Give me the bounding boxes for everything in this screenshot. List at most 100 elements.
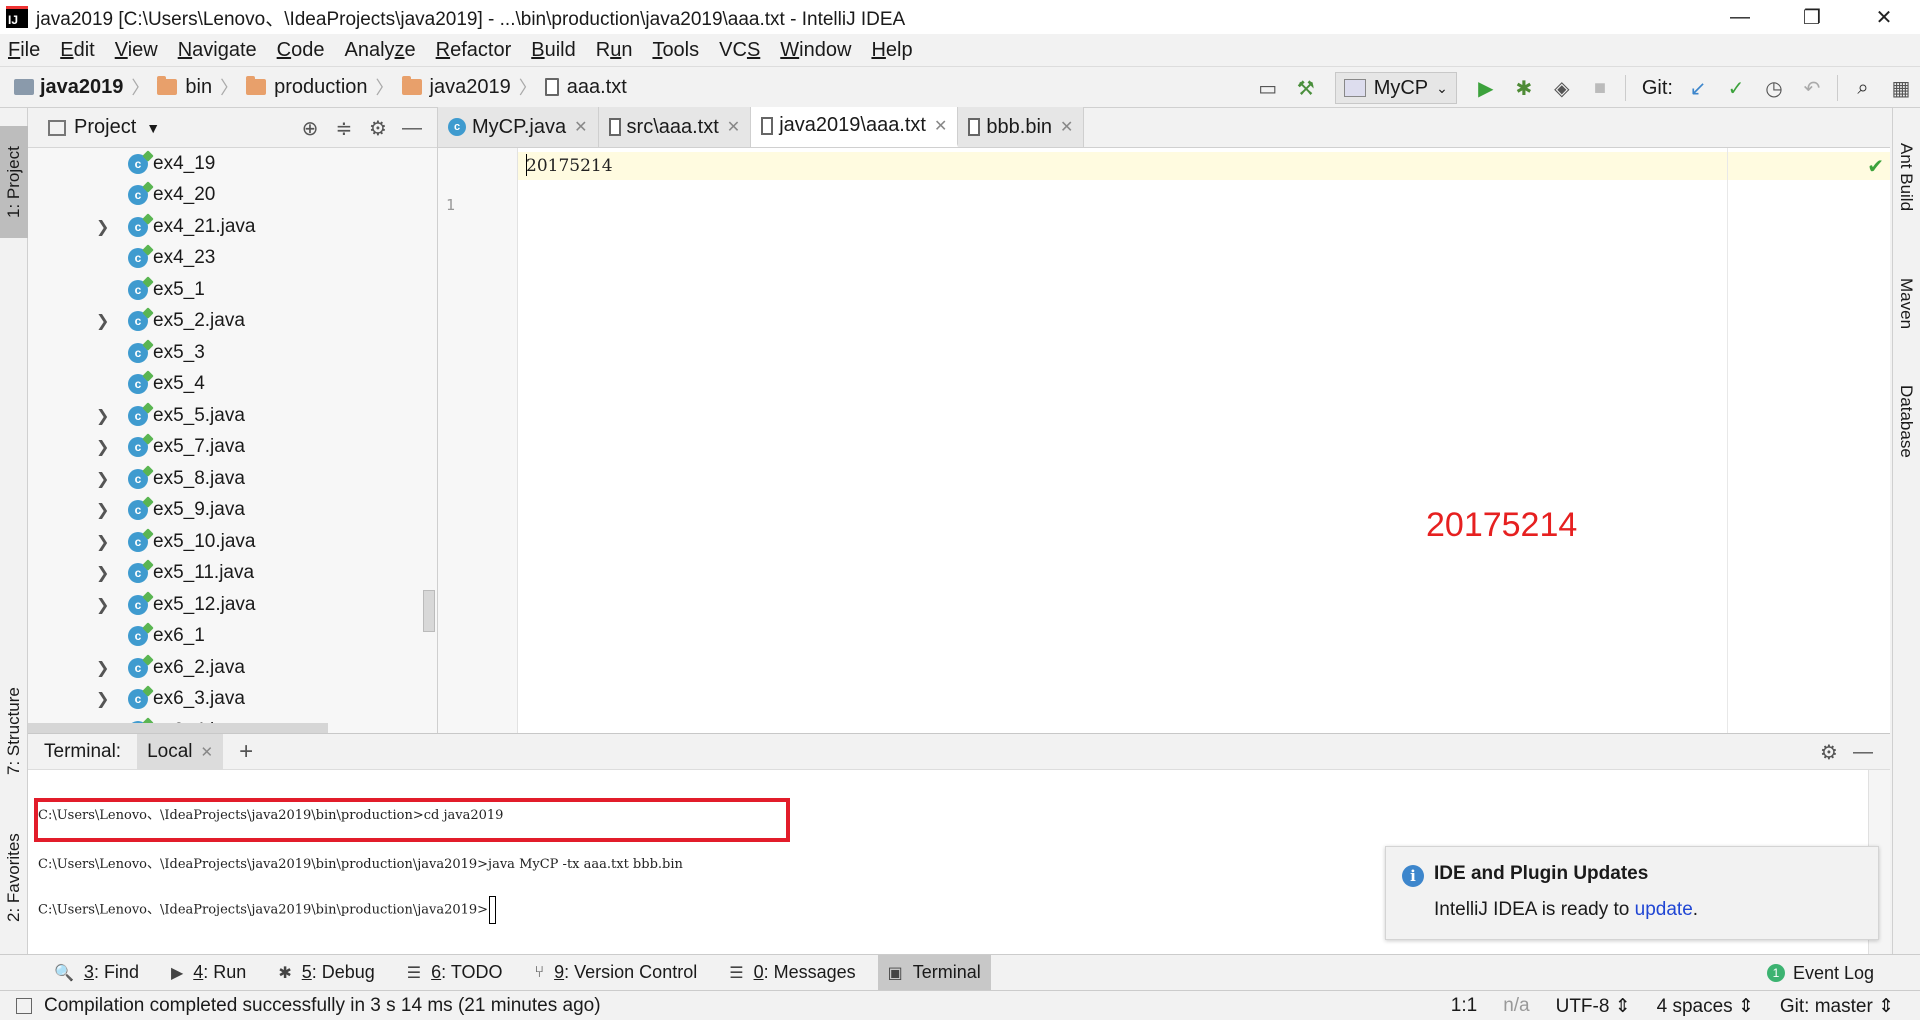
tab-maven[interactable]: Maven xyxy=(1892,254,1920,354)
caret-position[interactable]: 1:1 xyxy=(1451,995,1477,1017)
tool-window-button[interactable]: 🔍 3: Find xyxy=(44,955,149,991)
terminal-tab-local[interactable]: Local ✕ xyxy=(137,733,224,770)
close-window-button[interactable]: ✕ xyxy=(1848,0,1920,34)
new-terminal-plus-icon[interactable]: + xyxy=(239,738,253,766)
git-update-icon[interactable]: ↙ xyxy=(1681,71,1715,105)
tree-item[interactable]: c ex5_3 xyxy=(28,337,423,369)
editor-tab[interactable]: c MyCP.java ✕ xyxy=(438,107,599,147)
git-branch-widget[interactable]: Git: master ⇕ xyxy=(1780,995,1894,1018)
tree-item[interactable]: ❯ c ex6_3.java xyxy=(28,684,423,716)
menu-item[interactable]: Refactor xyxy=(436,39,522,62)
tree-item[interactable]: ❯ c ex5_2.java xyxy=(28,306,423,338)
menu-item[interactable]: Help xyxy=(871,39,922,62)
tool-window-toggle-icon[interactable] xyxy=(16,997,32,1014)
git-rollback-icon[interactable]: ↶ xyxy=(1795,71,1829,105)
tool-window-button[interactable]: ☰ 6: TODO xyxy=(397,955,513,991)
tree-item[interactable]: ❯ c ex5_12.java xyxy=(28,589,423,621)
expand-arrow-icon[interactable]: ❯ xyxy=(96,595,109,615)
tree-item[interactable]: ❯ c ex6_2.java xyxy=(28,652,423,684)
close-tab-icon[interactable]: ✕ xyxy=(1060,117,1073,137)
settings-gear-icon[interactable]: ⚙ xyxy=(361,116,395,141)
editor-tab[interactable]: java2019\aaa.txt ✕ xyxy=(751,107,959,147)
restore-button[interactable]: ❐ xyxy=(1776,0,1848,34)
expand-arrow-icon[interactable]: ❯ xyxy=(96,311,109,331)
editor-tab[interactable]: bbb.bin ✕ xyxy=(958,107,1085,147)
locate-file-icon[interactable]: ⊕ xyxy=(293,116,327,141)
menu-item[interactable]: File xyxy=(8,39,50,62)
expand-arrow-icon[interactable]: ❯ xyxy=(96,532,109,552)
run-anything-icon[interactable]: ▭ xyxy=(1251,71,1285,105)
chevron-down-icon[interactable]: ▼ xyxy=(146,120,160,136)
build-hammer-icon[interactable]: ⚒ xyxy=(1289,71,1323,105)
tool-window-button[interactable]: ⑂ 9: Version Control xyxy=(525,955,708,991)
tree-item[interactable]: c ex6_1 xyxy=(28,621,423,653)
breadcrumb-project[interactable]: java2019 〉 xyxy=(14,74,157,100)
coverage-icon[interactable]: ◈ xyxy=(1545,71,1579,105)
breadcrumb-item-java2019[interactable]: java2019 〉 xyxy=(401,74,545,100)
expand-arrow-icon[interactable]: ❯ xyxy=(96,500,109,520)
tree-item[interactable]: ❯ c ex5_10.java xyxy=(28,526,423,558)
tool-window-button[interactable]: ▶ 4: Run xyxy=(161,955,256,991)
tree-item[interactable]: ❯ c ex5_9.java xyxy=(28,495,423,527)
debug-icon[interactable]: ✱ xyxy=(1507,71,1541,105)
settings-gear-icon[interactable]: ⚙ xyxy=(1812,740,1846,765)
search-everywhere-icon[interactable]: ⌕ xyxy=(1846,71,1880,105)
tool-window-button[interactable]: ✱ 5: Debug xyxy=(268,955,384,991)
tree-item[interactable]: c ex4_23 xyxy=(28,243,423,275)
close-tab-icon[interactable]: ✕ xyxy=(934,116,947,136)
collapse-all-icon[interactable]: ≑ xyxy=(327,116,361,141)
project-scrollbar[interactable] xyxy=(423,590,435,632)
menu-item[interactable]: Edit xyxy=(60,39,104,62)
tree-item[interactable]: ❯ c ex5_8.java xyxy=(28,463,423,495)
tree-item[interactable]: c ex5_4 xyxy=(28,369,423,401)
tree-item[interactable]: ❯ c ex5_7.java xyxy=(28,432,423,464)
minimize-button[interactable]: — xyxy=(1704,0,1776,34)
close-icon[interactable]: ✕ xyxy=(201,743,214,761)
hide-panel-icon[interactable]: — xyxy=(1846,741,1880,764)
status-message[interactable]: Compilation completed successfully in 3 … xyxy=(44,995,601,1017)
expand-arrow-icon[interactable]: ❯ xyxy=(96,217,109,237)
menu-item[interactable]: VCS xyxy=(719,39,770,62)
menu-item[interactable]: View xyxy=(115,39,168,62)
tree-item[interactable]: c ex4_20 xyxy=(28,180,423,212)
expand-arrow-icon[interactable]: ❯ xyxy=(96,563,109,583)
close-tab-icon[interactable]: ✕ xyxy=(574,117,587,137)
tree-item[interactable]: ❯ c ex5_11.java xyxy=(28,558,423,590)
tool-window-button[interactable]: ▣ Terminal xyxy=(877,954,991,991)
tree-item[interactable]: ❯ c ex4_21.java xyxy=(28,211,423,243)
close-tab-icon[interactable]: ✕ xyxy=(727,117,740,137)
git-history-icon[interactable]: ◷ xyxy=(1757,71,1791,105)
encoding-widget[interactable]: UTF-8 ⇕ xyxy=(1556,995,1631,1018)
update-link[interactable]: update xyxy=(1635,899,1693,920)
expand-arrow-icon[interactable]: ❯ xyxy=(96,469,109,489)
breadcrumb-item-production[interactable]: production 〉 xyxy=(246,74,401,100)
tab-favorites[interactable]: 2: Favorites xyxy=(0,808,28,948)
project-panel-title[interactable]: Project xyxy=(74,116,136,139)
menu-item[interactable]: Code xyxy=(277,39,335,62)
run-configuration-select[interactable]: MyCP ⌄ xyxy=(1334,72,1457,104)
tab-ant-build[interactable]: Ant Build xyxy=(1892,122,1920,232)
tool-window-button[interactable]: ☰ 0: Messages xyxy=(719,955,865,991)
event-log-button[interactable]: 1 Event Log xyxy=(1766,955,1874,991)
expand-arrow-icon[interactable]: ❯ xyxy=(96,437,109,457)
menu-item[interactable]: Window xyxy=(780,39,861,62)
tree-item[interactable]: ❯ c ex5_5.java xyxy=(28,400,423,432)
tab-project[interactable]: 1: Project xyxy=(0,126,28,238)
menu-item[interactable]: Analyze xyxy=(344,39,425,62)
tab-structure[interactable]: 7: Structure xyxy=(0,666,28,796)
line-separator-widget[interactable]: n/a xyxy=(1503,995,1529,1017)
menu-item[interactable]: Run xyxy=(596,39,643,62)
tab-database[interactable]: Database xyxy=(1892,366,1920,476)
breadcrumb-file[interactable]: aaa.txt xyxy=(544,76,627,99)
expand-arrow-icon[interactable]: ❯ xyxy=(96,658,109,678)
editor-text[interactable]: 20175214 xyxy=(526,156,613,176)
stop-icon[interactable]: ■ xyxy=(1583,71,1617,105)
editor-tab[interactable]: src\aaa.txt ✕ xyxy=(598,107,752,147)
menu-item[interactable]: Build xyxy=(531,39,585,62)
expand-arrow-icon[interactable]: ❯ xyxy=(96,689,109,709)
project-structure-icon[interactable]: ▦ xyxy=(1884,71,1918,105)
git-commit-icon[interactable]: ✓ xyxy=(1719,71,1753,105)
indent-widget[interactable]: 4 spaces ⇕ xyxy=(1657,995,1754,1018)
breadcrumb-item-bin[interactable]: bin 〉 xyxy=(157,74,246,100)
menu-item[interactable]: Navigate xyxy=(178,39,267,62)
